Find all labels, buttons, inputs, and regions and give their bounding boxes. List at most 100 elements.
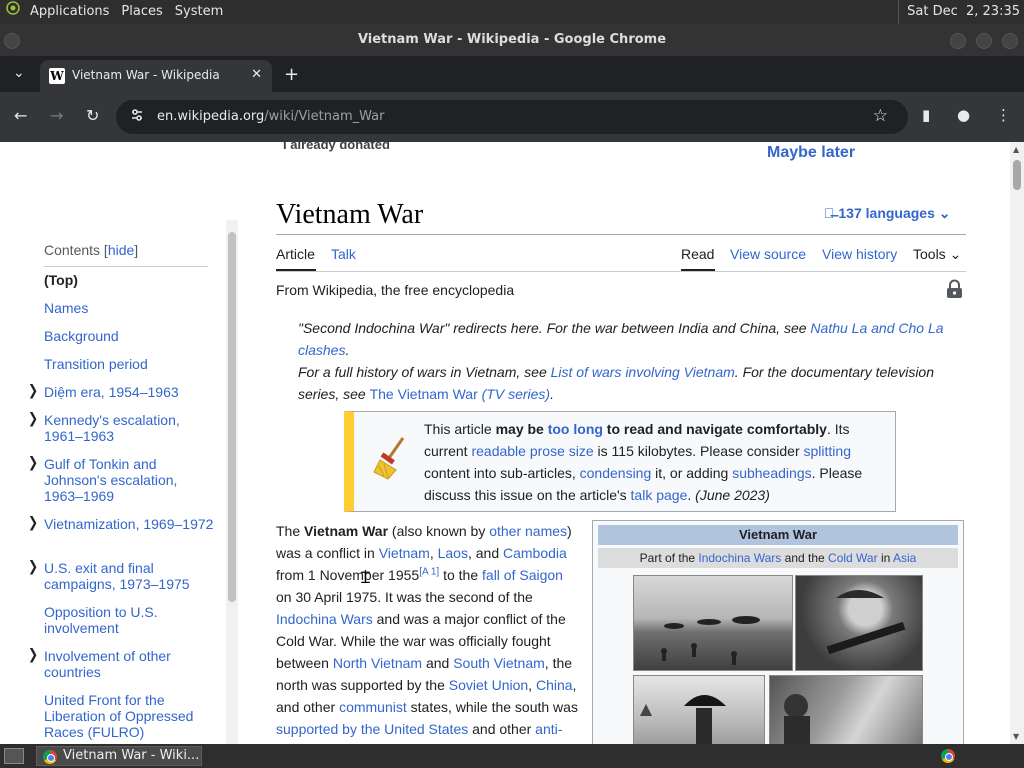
profile-icon[interactable]: ● [957, 106, 970, 124]
taskbar-window-label: Vietnam War - Wiki... [63, 748, 200, 763]
lock-icon[interactable] [946, 279, 963, 304]
footnote-a1-link[interactable]: [A 1] [419, 566, 439, 577]
close-tab-icon[interactable]: ✕ [251, 67, 262, 82]
splitting-link[interactable]: splitting [804, 443, 851, 459]
places-menu[interactable]: Places [115, 0, 168, 24]
toc-item-vietnamization[interactable]: Vietnamization, 1969–1972 [44, 516, 214, 532]
tab-search-icon[interactable]: ⌄ [13, 65, 25, 81]
scroll-down-arrow-icon[interactable]: ▼ [1013, 732, 1019, 741]
languages-button[interactable]: 文̶ 137 languages ⌄ [824, 205, 951, 222]
address-bar[interactable]: en.wikipedia.org/wiki/Vietnam_War ☆ [116, 100, 908, 134]
reload-icon[interactable]: ↻ [86, 106, 99, 125]
tools-menu[interactable]: Tools ⌄ [913, 246, 961, 263]
side-panel-icon[interactable]: ▮ [922, 106, 930, 124]
toc-hide-link[interactable]: hide [108, 242, 134, 258]
toc-item-other-countries[interactable]: Involvement of other countries [44, 648, 214, 680]
chrome-icon [43, 750, 57, 764]
toc-item-names[interactable]: Names [44, 300, 214, 316]
already-donated-button[interactable]: I already donated [283, 142, 390, 152]
forward-icon[interactable]: → [50, 106, 63, 125]
show-desktop-icon[interactable] [4, 748, 24, 764]
infobox-text: Part of the [639, 551, 699, 565]
photo-protest[interactable] [633, 675, 765, 744]
chrome-tray-icon[interactable] [941, 749, 955, 763]
infobox-text: in [877, 551, 893, 565]
other-names-link[interactable]: other names [489, 523, 567, 539]
maximize-icon[interactable] [976, 33, 992, 49]
minimize-icon[interactable] [950, 33, 966, 49]
applications-menu[interactable]: Applications [24, 0, 115, 24]
too-long-link[interactable]: too long [548, 421, 603, 437]
photo-soldier[interactable] [795, 575, 923, 671]
north-vietnam-link[interactable]: North Vietnam [333, 655, 422, 671]
tab-read[interactable]: Read [681, 246, 714, 262]
anti-communist-link[interactable]: anti- [535, 721, 562, 737]
gnome-foot-icon[interactable] [0, 0, 24, 24]
tab-vietnam-war[interactable]: W Vietnam War - Wikipedia ✕ [40, 60, 272, 92]
fall-of-saigon-link[interactable]: fall of Saigon [482, 567, 563, 583]
toc-item-top[interactable]: (Top) [44, 272, 214, 288]
close-window-icon[interactable] [1002, 33, 1018, 49]
toc-item-transition-period[interactable]: Transition period [44, 356, 214, 372]
broom-icon [372, 436, 410, 485]
indochina-wars-link[interactable]: Indochina Wars [276, 611, 373, 627]
expand-chevron-icon[interactable]: ❯ [28, 514, 38, 531]
url-text[interactable]: en.wikipedia.org/wiki/Vietnam_War [157, 109, 384, 124]
site-info-icon[interactable] [130, 108, 144, 126]
clock[interactable]: Sat Dec 2, 23:35 [898, 0, 1020, 24]
toc-item-us-exit[interactable]: U.S. exit and final campaigns, 1973–1975 [44, 560, 214, 592]
expand-chevron-icon[interactable]: ❯ [28, 558, 38, 575]
toc-item-background[interactable]: Background [44, 328, 214, 344]
new-tab-icon[interactable]: + [284, 64, 299, 85]
cambodia-link[interactable]: Cambodia [503, 545, 567, 561]
expand-chevron-icon[interactable]: ❯ [28, 382, 38, 399]
toc-item-gulf-of-tonkin[interactable]: Gulf of Tonkin and Johnson's escalation,… [44, 456, 214, 504]
back-icon[interactable]: ← [14, 106, 27, 125]
tab-article[interactable]: Article [276, 246, 315, 262]
toc-scrollbar[interactable] [226, 220, 238, 744]
bookmark-star-icon[interactable]: ☆ [873, 106, 888, 126]
tab-talk[interactable]: Talk [331, 246, 356, 262]
page-scroll-thumb[interactable] [1013, 160, 1021, 190]
photo-fire[interactable] [769, 675, 923, 744]
scroll-up-arrow-icon[interactable]: ▲ [1013, 145, 1019, 154]
south-vietnam-link[interactable]: South Vietnam [453, 655, 545, 671]
photo-helicopters[interactable] [633, 575, 793, 671]
soviet-union-link[interactable]: Soviet Union [449, 677, 528, 693]
expand-chevron-icon[interactable]: ❯ [28, 646, 38, 663]
tools-label: Tools [913, 246, 946, 262]
translate-icon: 文̶ [824, 205, 835, 221]
talk-page-link[interactable]: talk page [631, 487, 688, 503]
toc-item-diem-era[interactable]: Diệm era, 1954–1963 [44, 384, 214, 400]
cold-war-link[interactable]: Cold War [828, 551, 878, 565]
tab-view-source[interactable]: View source [730, 246, 806, 262]
readable-prose-size-link[interactable]: readable prose size [471, 443, 593, 459]
window-titlebar[interactable]: Vietnam War - Wikipedia - Google Chrome [0, 24, 1024, 56]
tab-strip: ⌄ W Vietnam War - Wikipedia ✕ + [0, 56, 1024, 92]
lead-text: , [528, 677, 536, 693]
list-of-wars-link[interactable]: List of wars involving Vietnam [551, 364, 735, 380]
expand-chevron-icon[interactable]: ❯ [28, 410, 38, 427]
indochina-wars-infobox-link[interactable]: Indochina Wars [698, 551, 781, 565]
toc-item-opposition[interactable]: Opposition to U.S. involvement [44, 604, 214, 636]
chrome-menu-icon[interactable]: ⋮ [996, 106, 1011, 124]
expand-chevron-icon[interactable]: ❯ [28, 454, 38, 471]
taskbar-chrome-window[interactable]: Vietnam War - Wiki... [36, 746, 202, 766]
subheadings-link[interactable]: subheadings [732, 465, 811, 481]
maybe-later-button[interactable]: Maybe later [767, 144, 855, 162]
tab-view-history[interactable]: View history [822, 246, 897, 262]
communist-link[interactable]: communist [339, 699, 407, 715]
vietnam-link[interactable]: Vietnam [379, 545, 430, 561]
system-menu[interactable]: System [169, 0, 229, 24]
asia-link[interactable]: Asia [893, 551, 916, 565]
condensing-link[interactable]: condensing [580, 465, 652, 481]
toc-scroll-thumb[interactable] [228, 232, 236, 602]
laos-link[interactable]: Laos [438, 545, 468, 561]
toc-item-kennedy[interactable]: Kennedy's escalation, 1961–1963 [44, 412, 214, 444]
tv-series-link-suffix: (TV series) [477, 386, 551, 402]
supported-by-us-link[interactable]: supported by the United States [276, 721, 468, 737]
toc-item-fulro[interactable]: United Front for the Liberation of Oppre… [44, 692, 214, 740]
page-scrollbar[interactable]: ▲ ▼ [1010, 142, 1024, 744]
tv-series-link[interactable]: The Vietnam War (TV series) [370, 386, 551, 402]
china-link[interactable]: China [536, 677, 573, 693]
